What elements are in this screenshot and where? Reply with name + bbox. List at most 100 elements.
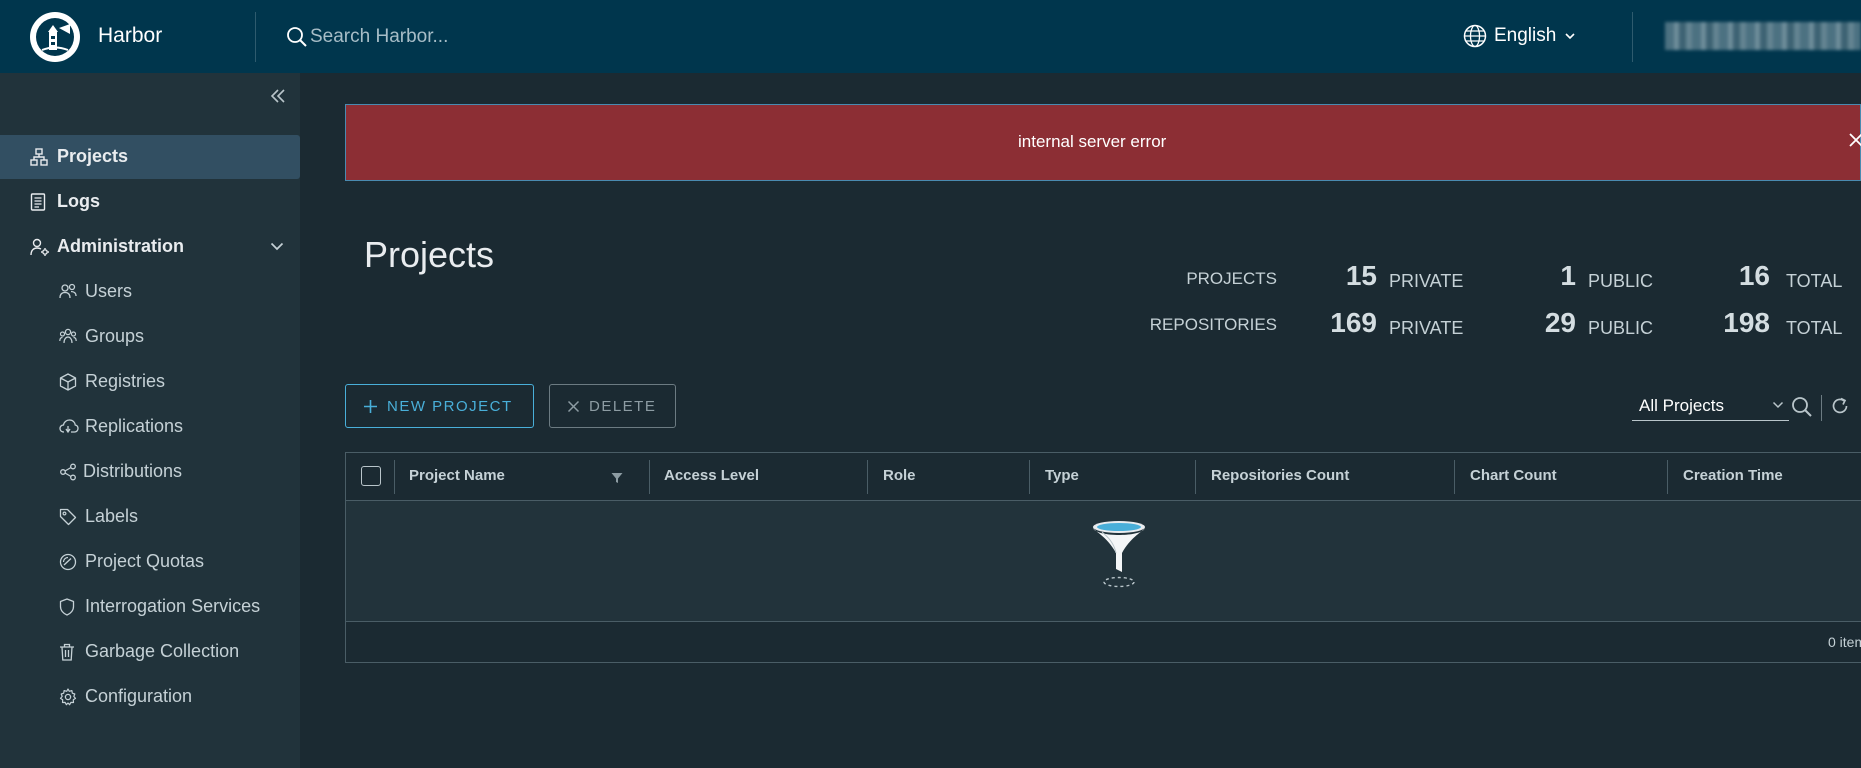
column-header-access-level[interactable]: Access Level	[664, 467, 759, 484]
sidebar: Projects Logs Administration Users Group…	[0, 73, 300, 768]
chevron-down-icon[interactable]	[1564, 32, 1576, 40]
stats-total-label: TOTAL	[1786, 271, 1843, 291]
page-title: Projects	[364, 234, 495, 275]
sidebar-item-interrogation-services[interactable]: Interrogation Services	[0, 585, 300, 629]
stats-private-label: PRIVATE	[1389, 318, 1464, 338]
shield-icon	[59, 598, 75, 616]
datagrid-header: Project Name Access Level Role Type Repo…	[346, 453, 1861, 501]
tag-icon	[59, 508, 77, 526]
toolbar-divider	[1821, 395, 1822, 421]
sidebar-item-label: Replications	[85, 416, 184, 436]
trash-icon	[59, 643, 75, 661]
column-header-project-name[interactable]: Project Name	[409, 467, 505, 484]
refresh-icon[interactable]	[1830, 396, 1850, 416]
sidebar-item-distributions[interactable]: Distributions	[0, 450, 300, 494]
sidebar-item-registries[interactable]: Registries	[0, 360, 300, 404]
column-separator	[1667, 460, 1668, 494]
datagrid-body	[346, 501, 1861, 622]
sidebar-item-label: Labels	[85, 506, 139, 526]
sidebar-item-administration[interactable]: Administration	[0, 225, 300, 269]
column-header-repositories-count[interactable]: Repositories Count	[1211, 467, 1349, 484]
distributions-icon	[59, 463, 77, 481]
stats-repositories-private: 169	[1330, 307, 1377, 338]
stats-public-label: PUBLIC	[1588, 318, 1654, 338]
harbor-logo[interactable]	[30, 12, 80, 62]
project-filter-value: All Projects	[1639, 396, 1725, 415]
sidebar-item-label: Users	[85, 281, 133, 301]
column-separator	[1454, 460, 1455, 494]
sidebar-item-groups[interactable]: Groups	[0, 315, 300, 359]
column-header-role[interactable]: Role	[883, 467, 916, 484]
registries-icon	[59, 373, 77, 391]
column-header-creation-time[interactable]: Creation Time	[1683, 467, 1783, 484]
projects-icon	[30, 148, 48, 166]
sidebar-item-labels[interactable]: Labels	[0, 495, 300, 539]
stats-projects-private: 15	[1345, 260, 1377, 291]
column-separator	[649, 460, 650, 494]
stats-private-label: PRIVATE	[1389, 271, 1464, 291]
stats-repositories-public: 29	[1544, 307, 1576, 338]
sidebar-item-label: Groups	[85, 326, 145, 346]
brand-name[interactable]: Harbor	[98, 24, 162, 48]
delete-button[interactable]: DELETE	[549, 384, 676, 428]
stats-total-label: TOTAL	[1786, 318, 1843, 338]
stats-projects-total: 16	[1738, 260, 1770, 291]
search-icon[interactable]	[1791, 396, 1813, 418]
column-header-chart-count[interactable]: Chart Count	[1470, 467, 1557, 484]
new-project-label: NEW PROJECT	[387, 397, 513, 415]
empty-funnel-icon	[1090, 519, 1148, 589]
filter-icon[interactable]	[611, 472, 623, 484]
stats-projects-public: 1	[1560, 260, 1576, 291]
sidebar-item-label: Garbage Collection	[85, 641, 240, 661]
sidebar-item-label: Projects	[57, 146, 129, 166]
sidebar-item-label: Interrogation Services	[85, 596, 261, 616]
collapse-sidebar-icon[interactable]	[270, 89, 286, 103]
sidebar-item-label: Registries	[85, 371, 166, 391]
sidebar-item-configuration[interactable]: Configuration	[0, 675, 300, 719]
close-icon[interactable]	[1848, 132, 1861, 148]
stats-public-label: PUBLIC	[1588, 271, 1654, 291]
sidebar-item-users[interactable]: Users	[0, 270, 300, 314]
column-separator	[394, 460, 395, 494]
stats-projects-label: PROJECTS	[1186, 269, 1277, 288]
logs-icon	[30, 193, 46, 211]
header-divider	[1632, 12, 1633, 62]
new-project-button[interactable]: NEW PROJECT	[345, 384, 534, 428]
sidebar-item-label: Administration	[57, 236, 185, 256]
users-icon	[59, 283, 77, 299]
replications-icon	[59, 418, 79, 434]
app-header: Harbor English	[0, 0, 1861, 73]
select-all-checkbox[interactable]	[361, 466, 381, 486]
datagrid-footer: 0 items	[346, 622, 1861, 663]
globe-icon[interactable]	[1463, 24, 1487, 48]
gear-icon	[59, 688, 77, 706]
error-alert: internal server error	[345, 104, 1861, 181]
delete-label: DELETE	[589, 397, 657, 415]
groups-icon	[59, 328, 77, 344]
sidebar-item-projects[interactable]: Projects	[0, 135, 300, 179]
close-icon	[567, 400, 580, 413]
language-selector[interactable]: English	[1494, 25, 1556, 47]
sidebar-item-garbage-collection[interactable]: Garbage Collection	[0, 630, 300, 674]
sidebar-item-label: Configuration	[85, 686, 193, 706]
stats-repositories-label: REPOSITORIES	[1149, 315, 1277, 334]
item-count: 0 items	[1828, 634, 1861, 650]
alert-message: internal server error	[1018, 132, 1167, 151]
sidebar-item-project-quotas[interactable]: Project Quotas	[0, 540, 300, 584]
sidebar-item-logs[interactable]: Logs	[0, 180, 300, 224]
column-separator	[1195, 460, 1196, 494]
column-header-type[interactable]: Type	[1045, 467, 1079, 484]
projects-datagrid: Project Name Access Level Role Type Repo…	[345, 452, 1861, 663]
sidebar-item-label: Logs	[57, 191, 100, 211]
sidebar-item-replications[interactable]: Replications	[0, 405, 300, 449]
plus-icon	[363, 399, 378, 414]
project-filter-select[interactable]: All Projects	[1632, 393, 1789, 421]
chevron-down-icon	[1772, 401, 1784, 409]
chevron-down-icon[interactable]	[270, 242, 284, 251]
stats-repositories-total: 198	[1723, 307, 1770, 338]
search-icon	[286, 26, 308, 48]
administration-icon	[30, 238, 50, 256]
search-input[interactable]	[310, 22, 710, 52]
user-menu[interactable]	[1665, 22, 1861, 50]
quota-icon	[59, 553, 77, 571]
